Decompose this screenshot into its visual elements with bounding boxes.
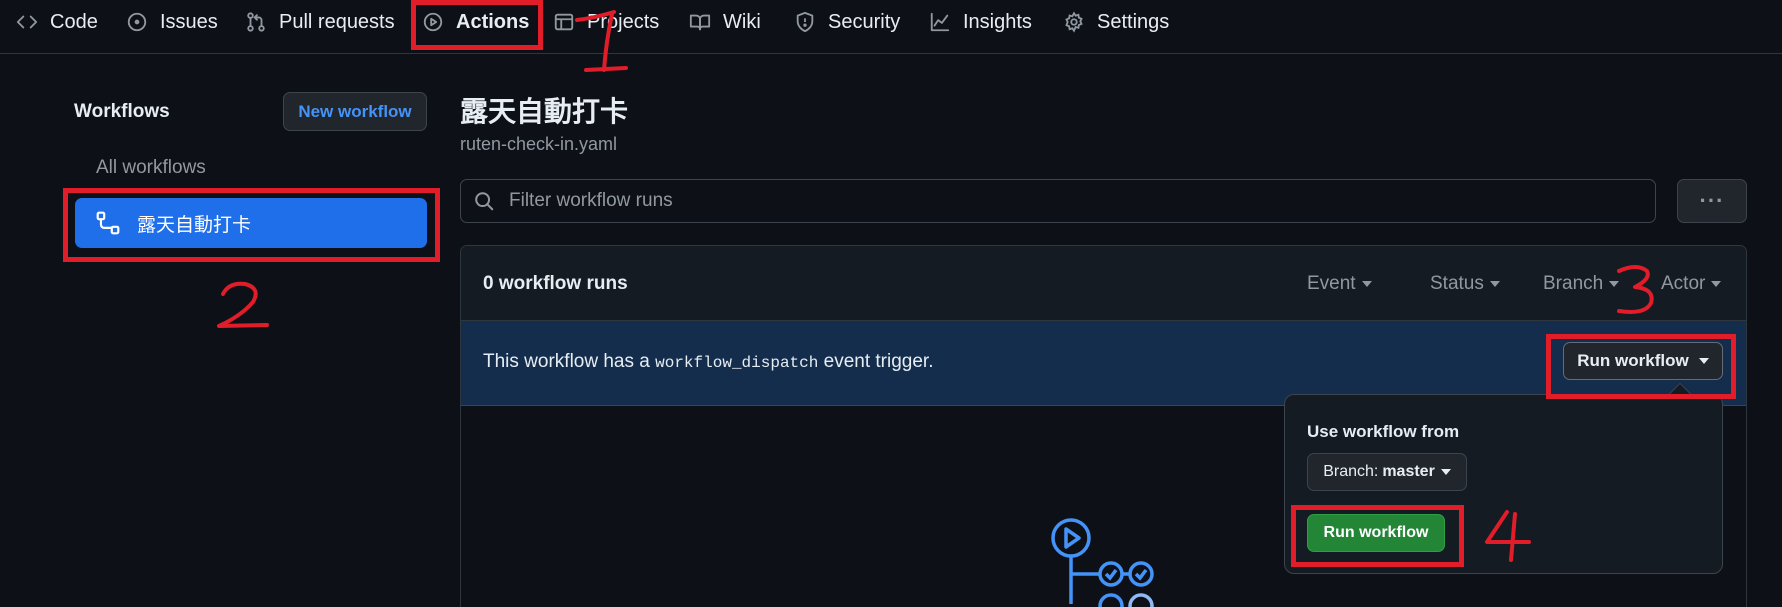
gear-icon [1063,11,1085,33]
new-workflow-button[interactable]: New workflow [283,92,427,131]
filter-input[interactable] [509,190,1655,212]
tab-pull-requests[interactable]: Pull requests [245,0,395,44]
more-options-button[interactable]: ··· [1677,179,1747,223]
use-workflow-from-label: Use workflow from [1307,422,1460,441]
button-label: Run workflow [1577,351,1689,370]
status-filter[interactable]: Status [1430,273,1500,295]
tab-issues[interactable]: Issues [126,0,218,44]
shield-icon [794,11,816,33]
actor-filter[interactable]: Actor [1661,273,1722,295]
filter-label: Branch [1543,273,1604,294]
annotation-number-2 [217,281,269,328]
tab-actions[interactable]: Actions [422,0,529,44]
sidebar-title: Workflows [74,101,170,122]
dispatch-message: This workflow has a workflow_dispatch ev… [483,351,933,373]
branch-prefix: Branch: [1323,463,1379,480]
tab-label: Wiki [723,10,761,33]
book-icon [689,11,711,33]
tab-projects[interactable]: Projects [553,0,659,44]
triangle-down-icon [1489,281,1500,287]
runs-count: 0 workflow runs [483,273,628,294]
tab-label: Security [828,10,901,33]
tab-code[interactable]: Code [16,0,98,44]
kebab-horizontal-icon: ··· [1699,188,1725,213]
branch-value: master [1382,463,1435,480]
dispatch-code: workflow_dispatch [655,354,819,372]
event-filter[interactable]: Event [1307,273,1372,295]
branch-filter[interactable]: Branch [1543,273,1620,295]
workflow-title: 露天自動打卡 [460,96,629,127]
dispatch-text-after: event trigger. [818,351,934,372]
triangle-down-icon [1440,469,1451,475]
filter-workflow-runs [460,179,1656,223]
branch-select[interactable]: Branch: master [1307,453,1467,491]
filter-label: Status [1430,273,1484,294]
filter-label: Actor [1661,273,1706,294]
triangle-down-icon [1698,358,1709,364]
tab-label: Pull requests [279,10,395,33]
tab-security[interactable]: Security [794,0,900,44]
runs-header: 0 workflow runs Event Status Branch Acto… [461,246,1746,321]
actions-empty-state-icon [1051,518,1154,607]
tab-label: Insights [963,10,1032,33]
git-pull-request-icon [245,11,267,33]
github-actions-page: Code Issues Pull requests Actions Projec… [0,0,1782,607]
run-workflow-dropdown: Use workflow from Branch: master Run work… [1284,394,1723,574]
issue-opened-icon [126,11,148,33]
repo-nav: Code Issues Pull requests Actions Projec… [0,0,1782,54]
play-icon [422,11,444,33]
code-icon [16,11,38,33]
run-workflow-dropdown-button[interactable]: Run workflow [1563,342,1723,380]
run-workflow-button[interactable]: Run workflow [1307,514,1445,552]
tab-label: Actions [456,10,530,33]
tab-settings[interactable]: Settings [1063,0,1169,44]
sidebar-item-workflow[interactable]: 露天自動打卡 [75,198,427,248]
dispatch-text-before: This workflow has a [483,351,656,372]
triangle-down-icon [1609,281,1620,287]
table-icon [553,11,575,33]
tab-label: Settings [1097,10,1170,33]
tab-label: Issues [160,10,218,33]
triangle-down-icon [1711,281,1722,287]
filter-label: Event [1307,273,1356,294]
tab-insights[interactable]: Insights [929,0,1032,44]
search-icon [473,190,495,212]
tab-label: Projects [587,10,660,33]
workflow-filename[interactable]: ruten-check-in.yaml [460,134,617,155]
workflow-icon [95,210,121,236]
tab-label: Code [50,10,98,33]
sidebar-item-label: 露天自動打卡 [137,214,252,236]
sidebar-item-all-workflows[interactable]: All workflows [96,157,206,179]
triangle-down-icon [1361,281,1372,287]
tab-wiki[interactable]: Wiki [689,0,761,44]
graph-icon [929,11,951,33]
